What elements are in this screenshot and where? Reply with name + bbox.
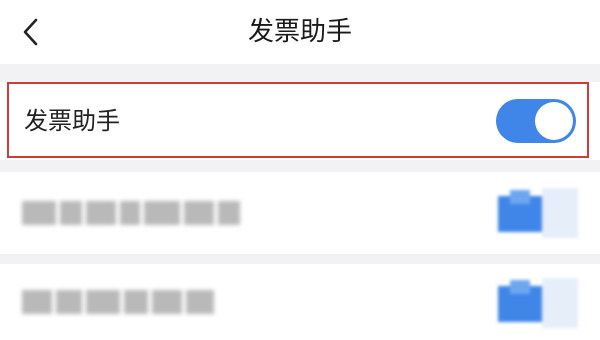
page-title: 发票助手 xyxy=(247,17,352,47)
toggle-knob xyxy=(535,102,573,140)
setting-row-blurred[interactable] xyxy=(0,264,600,340)
navbar: 发票助手 xyxy=(0,0,600,64)
invoice-assistant-screen: 发票助手 发票助手 xyxy=(0,0,600,340)
blurred-label xyxy=(22,201,244,225)
blurred-toggle[interactable] xyxy=(498,278,584,328)
blurred-toggle[interactable] xyxy=(498,188,584,238)
setting-row-invoice-assistant[interactable]: 发票助手 xyxy=(0,82,600,160)
setting-label: 发票助手 xyxy=(24,107,120,135)
blurred-label xyxy=(22,290,218,314)
setting-row-blurred[interactable] xyxy=(0,172,600,254)
invoice-assistant-toggle[interactable] xyxy=(496,99,576,143)
